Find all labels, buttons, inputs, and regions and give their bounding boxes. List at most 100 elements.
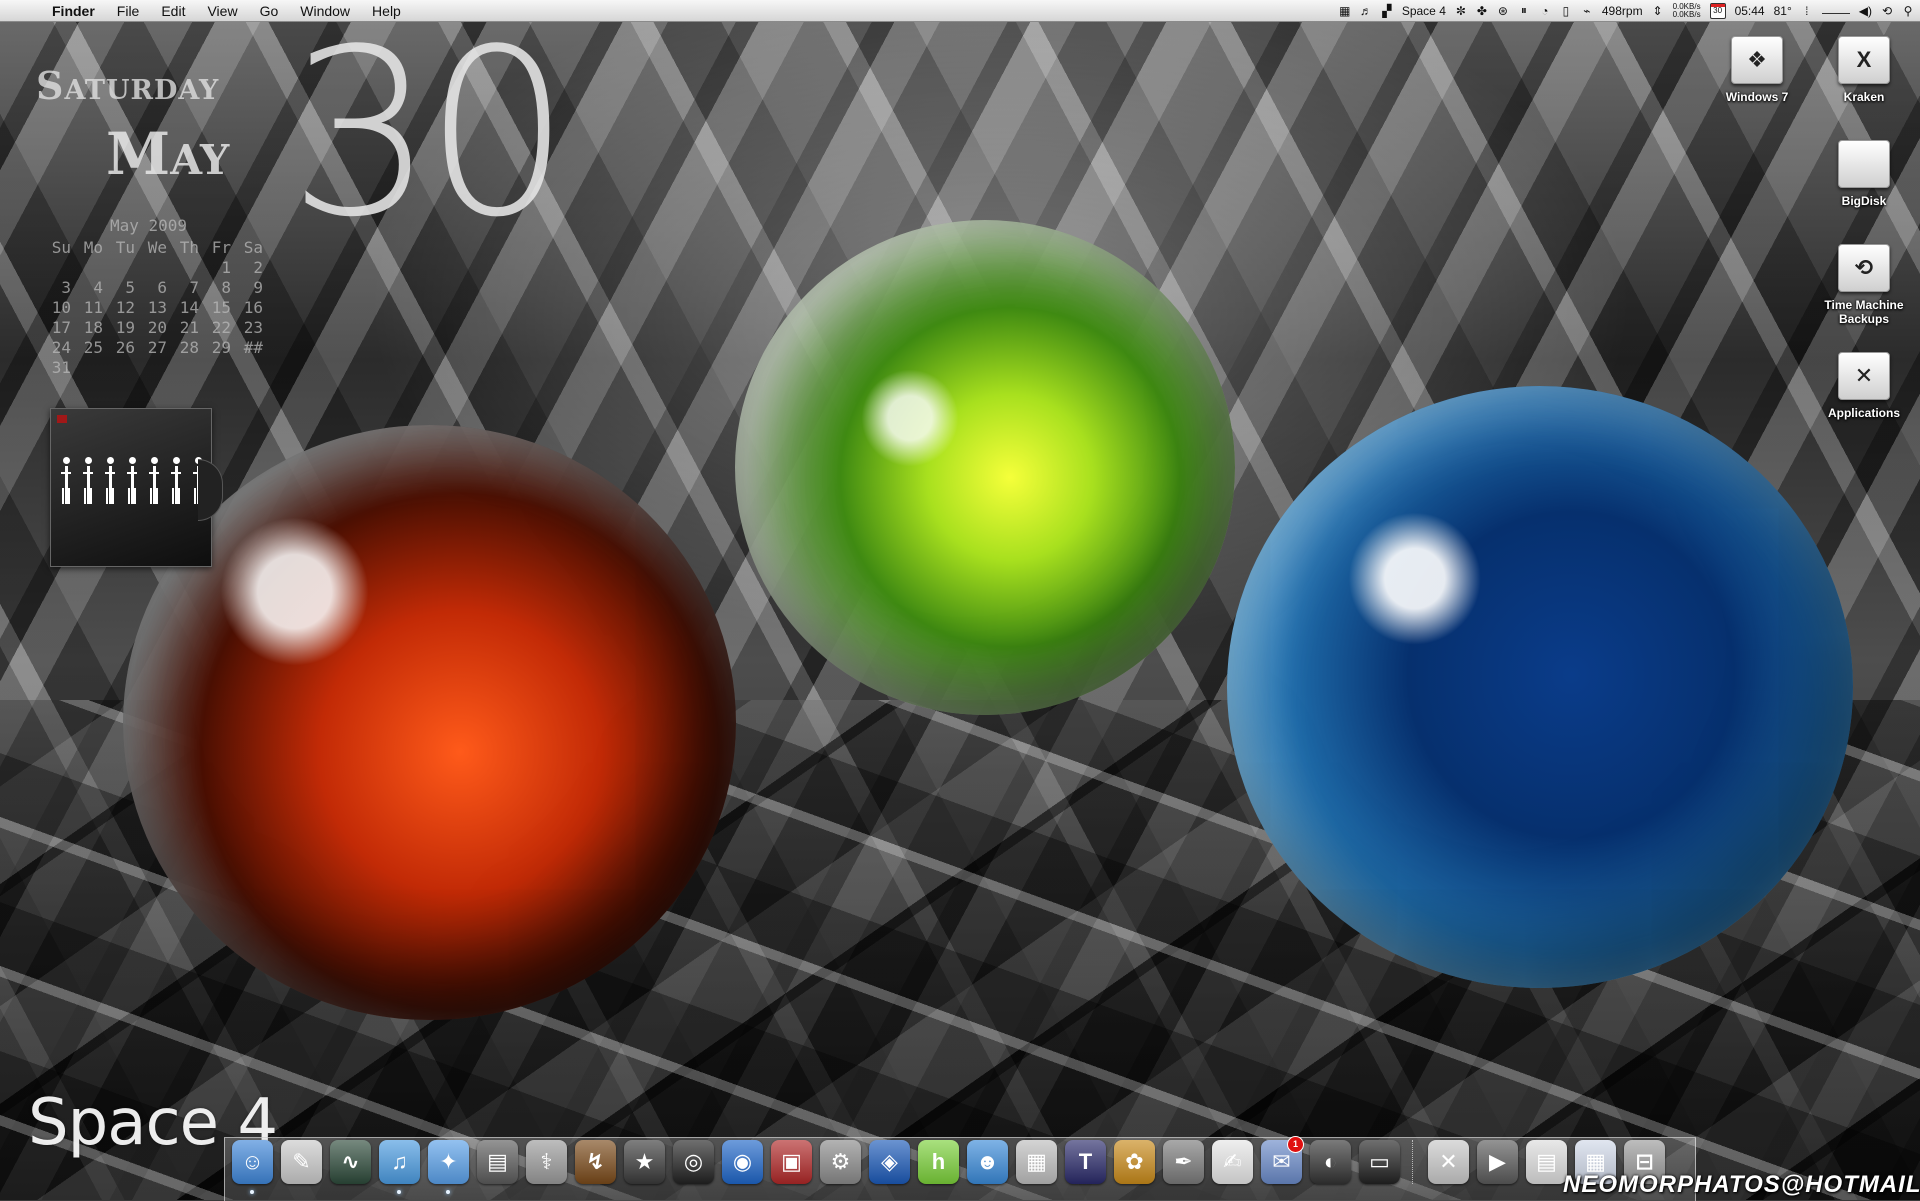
album-art-widget[interactable] <box>50 408 223 567</box>
calendar-icon[interactable]: 30 <box>1709 2 1726 19</box>
clock[interactable]: 05:44 <box>1735 4 1765 18</box>
dock-item-dashboard[interactable]: ◐ <box>1310 1140 1351 1184</box>
menu-go[interactable]: Go <box>260 3 279 19</box>
dock-item-textedit[interactable]: ✍ <box>1212 1140 1253 1184</box>
cpu-bar-icon[interactable] <box>1821 7 1850 14</box>
calendar-header: Mo <box>83 237 103 257</box>
sensor-icon[interactable]: ⁞ <box>1801 4 1813 18</box>
adium-icon: ✿ <box>1125 1149 1144 1174</box>
calendar-day: 12 <box>115 297 135 317</box>
menu-finder[interactable]: Finder <box>52 3 95 19</box>
dock-item-applications-stack[interactable]: ✕ <box>1428 1140 1469 1184</box>
calendar-day: 20 <box>147 317 167 337</box>
desktop-icon-applications[interactable]: ✕ Applications <box>1819 352 1909 420</box>
calendar-day: 23 <box>243 317 263 337</box>
memory-meter-icon[interactable]: ▯ <box>1560 4 1572 18</box>
fan-icon: ⌁ <box>1583 3 1591 18</box>
music-note-icon[interactable]: ♬ <box>1360 4 1372 18</box>
calendar-day: 17 <box>51 317 71 337</box>
pause-icon[interactable]: ⏸ <box>1518 3 1530 18</box>
calendar-day: 6 <box>157 277 167 297</box>
calendar-day <box>200 357 232 377</box>
desktop-icon-label: Kraken <box>1843 90 1885 104</box>
film-strip-icon[interactable]: ▦ <box>1339 4 1351 18</box>
doll-figure <box>169 457 183 507</box>
dock-item-itunes[interactable]: ♫ <box>379 1140 420 1194</box>
volume-icon[interactable]: ◀) <box>1859 4 1872 18</box>
itunes-icon: ♫ <box>391 1149 408 1174</box>
calendar-day: 18 <box>83 317 103 337</box>
calendar-day: 28 <box>179 337 199 357</box>
finder-icon: ☺ <box>241 1149 264 1174</box>
menu-extras: ▦ ♬ ▞ Space 4 ✼ ✤ ⊛ ⏸ ◔ ▯ ⌁ 498rpm ⇕ 0.0… <box>1339 0 1914 21</box>
fan-speed[interactable]: 498rpm <box>1602 4 1643 18</box>
dock-item-final-cut[interactable]: T <box>1065 1140 1106 1184</box>
month-label: May <box>106 120 230 188</box>
menu-edit[interactable]: Edit <box>161 3 185 19</box>
vmware-icon: ▣ <box>781 1149 802 1174</box>
dock-item-finder[interactable]: ☺ <box>232 1140 273 1194</box>
running-indicator <box>397 1190 401 1194</box>
desktop-icon-label: Applications <box>1827 406 1900 420</box>
calendar-week: 1 2 <box>40 257 264 277</box>
calendar-day: 9 <box>253 277 263 297</box>
dock-item-safari[interactable]: ✦ <box>428 1140 469 1194</box>
paw-icon[interactable]: ✤ <box>1476 4 1488 18</box>
dock-item-calculator[interactable]: ▦ <box>1016 1140 1057 1184</box>
textedit-icon: ✍ <box>1223 1149 1242 1174</box>
menu-view[interactable]: View <box>207 3 237 19</box>
unread-badge: 1 <box>1287 1136 1304 1153</box>
calendar-day: 31 <box>51 357 71 377</box>
dock-item-mail[interactable]: ✉ 1 <box>1261 1136 1304 1184</box>
calendar-day <box>232 357 264 377</box>
time-machine-menu-icon[interactable]: ⟲ <box>1881 4 1893 18</box>
dock-item-hulu[interactable]: h <box>918 1140 959 1184</box>
spaces-label[interactable]: Space 4 <box>1402 4 1446 18</box>
doll-figure <box>125 457 139 507</box>
compass-icon[interactable]: ⊛ <box>1497 4 1509 18</box>
dock-item-adium[interactable]: ✿ <box>1114 1140 1155 1184</box>
desktop-icon-time-machine-backups[interactable]: ⟲ Time Machine Backups <box>1819 244 1909 326</box>
temperature[interactable]: 81° <box>1774 4 1792 18</box>
growl-icon[interactable]: ✼ <box>1455 4 1467 18</box>
gauge-icon[interactable]: ◔ <box>1539 4 1551 18</box>
desktop-icon-windows-7[interactable]: ❖ Windows 7 <box>1712 36 1802 104</box>
calendar-header: Tu <box>115 237 135 257</box>
dock-item-transmit[interactable]: ↯ <box>575 1140 616 1184</box>
dock-item-camera[interactable]: ▶ <box>1477 1140 1518 1184</box>
menu-file[interactable]: File <box>117 3 140 19</box>
calendar-week: 24 25 26 27 28 29 ## <box>40 337 264 357</box>
calendar-day <box>136 257 168 277</box>
dock-item-imovie[interactable]: ★ <box>624 1140 665 1184</box>
net-down-rate: 0.0KB/s <box>1672 9 1701 19</box>
desktop-icon-kraken[interactable]: X Kraken <box>1819 36 1909 104</box>
dock-item-vmware[interactable]: ▣ <box>771 1140 812 1184</box>
mail-stamp-icon: ▤ <box>487 1149 508 1174</box>
calendar-day: 25 <box>83 337 103 357</box>
dock-item-activity-monitor[interactable]: ∿ <box>330 1140 371 1184</box>
dock-item-preview[interactable]: ✎ <box>281 1140 322 1184</box>
calendar-day <box>168 257 200 277</box>
calendar-day: 19 <box>115 317 135 337</box>
terminal-icon: ▭ <box>1369 1149 1390 1174</box>
applications-folder-icon: ✕ <box>1838 352 1890 400</box>
dock-item-disk-utility[interactable]: ⚕ <box>526 1140 567 1184</box>
dock-item-mail-stamp[interactable]: ▤ <box>477 1140 518 1184</box>
calendar-day: 21 <box>179 317 199 337</box>
dock-item-script-editor[interactable]: ✒ <box>1163 1140 1204 1184</box>
dock-item-photo-booth[interactable]: ◉ <box>722 1140 763 1184</box>
spotlight-search-icon[interactable]: ⚲ <box>1902 4 1914 18</box>
dock-item-terminal[interactable]: ▭ <box>1359 1140 1400 1184</box>
camera-icon: ▶ <box>1489 1149 1506 1174</box>
dock-item-system-preferences[interactable]: ⚙ <box>820 1140 861 1184</box>
network-throughput[interactable]: 0.0KB/s 0.0KB/s <box>1672 2 1701 19</box>
dock-item-ichat[interactable]: ☻ <box>967 1140 1008 1184</box>
desktop-icon-bigdisk[interactable]: BigDisk <box>1819 140 1909 208</box>
dock-item-aperture[interactable]: ◎ <box>673 1140 714 1184</box>
spaces-icon[interactable]: ▞ <box>1381 4 1393 18</box>
activity-monitor-icon: ∿ <box>341 1149 360 1174</box>
dock-item-documents-stack[interactable]: ▤ <box>1526 1140 1567 1184</box>
dock-item-quicktime[interactable]: ◈ <box>869 1140 910 1184</box>
disk-utility-icon: ⚕ <box>540 1149 553 1174</box>
time-machine-icon: ⟲ <box>1838 244 1890 292</box>
